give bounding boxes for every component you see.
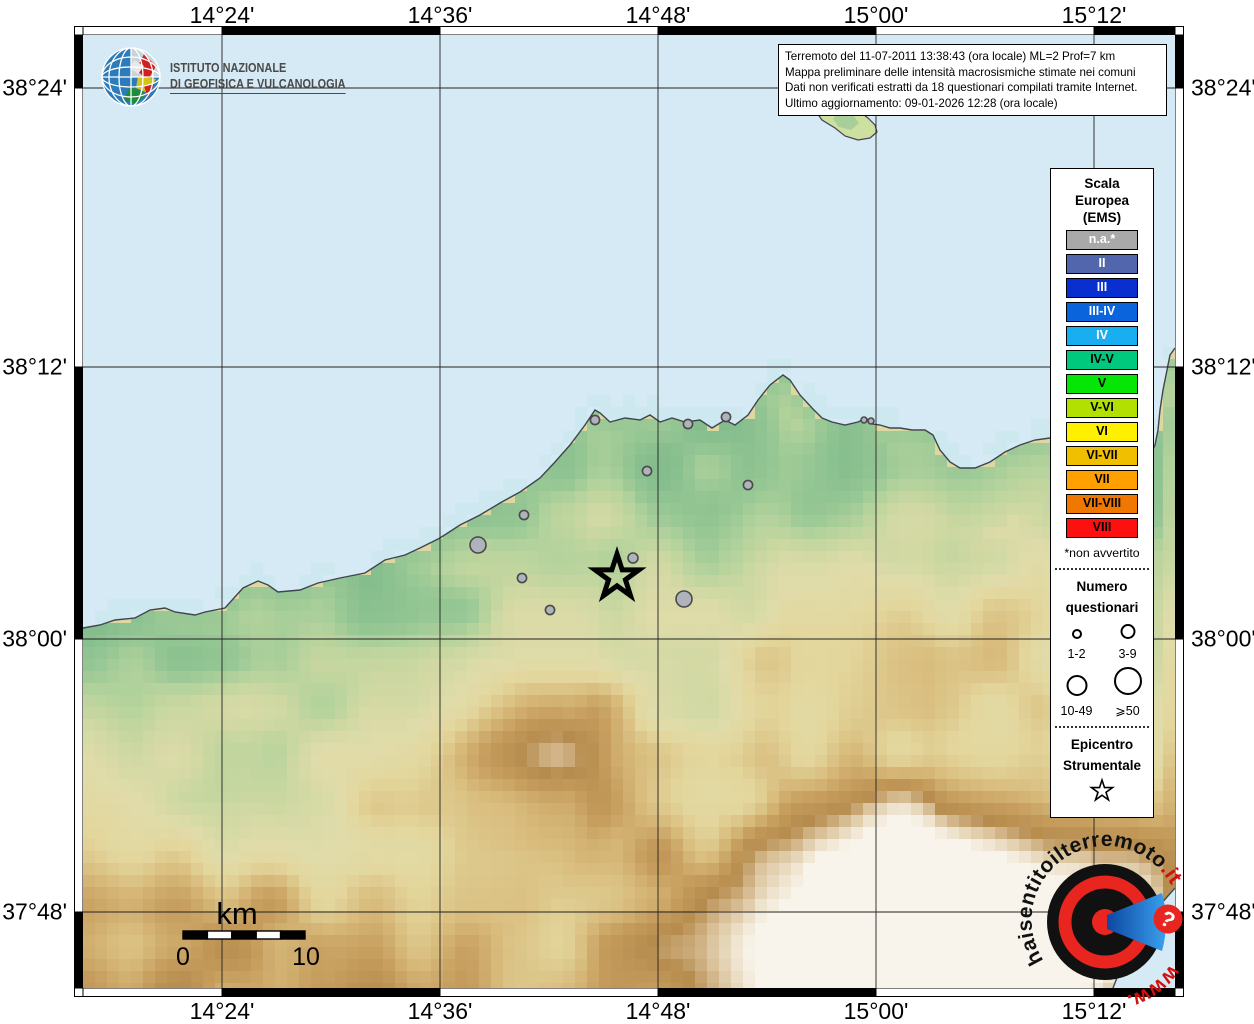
questionnaire-size: ⩾50 bbox=[1104, 665, 1152, 718]
ems-chip-na: n.a.* bbox=[1066, 230, 1138, 250]
ems-chip-v: V bbox=[1066, 374, 1138, 394]
questionnaire-dot bbox=[517, 573, 526, 582]
size-label: 3-9 bbox=[1104, 647, 1152, 661]
haisentito-logo: ? haisentitoilterremoto.it www. bbox=[1013, 833, 1197, 1017]
size-circle-icon bbox=[1111, 622, 1145, 641]
questionnaire-dot bbox=[628, 553, 638, 563]
scale-start-label: 0 bbox=[176, 943, 190, 971]
info-line: Dati non verificati estratti da 18 quest… bbox=[785, 80, 1160, 96]
macroseismic-map-page: 14°24' 14°36' 14°48' 15°00' 15°12' 14°24' 14°… bbox=[0, 0, 1254, 1024]
axis-label: 14°36' bbox=[408, 2, 473, 29]
ems-chip-iii: III bbox=[1066, 278, 1138, 298]
ems-legend: ScalaEuropea(EMS)n.a.*IIIIIIII-IVIVIV-VV… bbox=[1050, 168, 1154, 818]
questionnaire-title: questionari bbox=[1051, 597, 1153, 618]
questionnaire-dot bbox=[545, 605, 554, 614]
axis-label: 38°12' bbox=[1191, 354, 1254, 381]
scale-end-label: 10 bbox=[292, 943, 320, 971]
questionnaire-dot bbox=[519, 510, 528, 519]
axis-label: 38°24' bbox=[1191, 75, 1254, 102]
size-circle-icon bbox=[1060, 627, 1094, 641]
questionnaire-size: 3-9 bbox=[1104, 622, 1152, 661]
ingv-logo: ISTITUTO NAZIONALE DI GEOFISICA E VULCAN… bbox=[100, 46, 379, 108]
epicenter-title: Strumentale bbox=[1051, 755, 1153, 776]
axis-label: 14°24' bbox=[190, 998, 255, 1024]
axis-label: 14°48' bbox=[626, 998, 691, 1024]
axis-label: 15°00' bbox=[844, 2, 909, 29]
axis-label: 38°12' bbox=[2, 354, 67, 381]
legend-title: (EMS) bbox=[1051, 209, 1153, 226]
legend-divider bbox=[1055, 568, 1149, 570]
legend-divider bbox=[1055, 726, 1149, 728]
ems-chip-vivii: VI-VII bbox=[1066, 446, 1138, 466]
questionnaire-size: 1-2 bbox=[1053, 627, 1101, 661]
axis-label: 14°48' bbox=[626, 2, 691, 29]
ems-chip-vvi: V-VI bbox=[1066, 398, 1138, 418]
questionnaire-size-row: 10-49⩾50 bbox=[1051, 665, 1153, 718]
legend-note: *non avvertito bbox=[1051, 546, 1153, 560]
info-line: Ultimo aggiornamento: 09-01-2026 12:28 (… bbox=[785, 96, 1160, 112]
size-circle-icon bbox=[1111, 665, 1145, 697]
ems-chip-iv: IV bbox=[1066, 326, 1138, 346]
axis-label: 38°24' bbox=[2, 75, 67, 102]
ems-chip-viii: VIII bbox=[1066, 518, 1138, 538]
axis-label: 14°24' bbox=[190, 2, 255, 29]
ingv-line1: ISTITUTO NAZIONALE bbox=[170, 60, 346, 76]
axis-label: 15°00' bbox=[844, 998, 909, 1024]
questionnaire-title: Numero bbox=[1051, 576, 1153, 597]
legend-title: Scala bbox=[1051, 175, 1153, 192]
questionnaire-dot bbox=[676, 591, 692, 607]
axis-label: 37°48' bbox=[2, 899, 67, 926]
axis-label: 38°00' bbox=[2, 626, 67, 653]
info-line: Mappa preliminare delle intensità macros… bbox=[785, 65, 1160, 81]
size-label: ⩾50 bbox=[1104, 703, 1152, 718]
ems-chip-ii: II bbox=[1066, 254, 1138, 274]
size-label: 1-2 bbox=[1053, 647, 1101, 661]
ems-chip-ivv: IV-V bbox=[1066, 350, 1138, 370]
ems-chip-vii: VII bbox=[1066, 470, 1138, 490]
axis-label: 15°12' bbox=[1062, 2, 1127, 29]
ems-chip-vi: VI bbox=[1066, 422, 1138, 442]
epicenter-title: Epicentro bbox=[1051, 734, 1153, 755]
info-line: Terremoto del 11-07-2011 13:38:43 (ora l… bbox=[785, 49, 1160, 65]
questionnaire-dot bbox=[590, 415, 599, 424]
questionnaire-size: 10-49 bbox=[1053, 673, 1101, 718]
ingv-globe-icon bbox=[100, 46, 162, 108]
ems-chip-iiiiv: III-IV bbox=[1066, 302, 1138, 322]
scale-unit-label: km bbox=[216, 896, 257, 931]
axis-label: 14°36' bbox=[408, 998, 473, 1024]
questionnaire-dot bbox=[861, 417, 867, 423]
legend-title: Europea bbox=[1051, 192, 1153, 209]
epicenter-star-icon bbox=[1087, 776, 1117, 804]
questionnaire-dot bbox=[868, 418, 874, 424]
questionnaire-size-row: 1-23-9 bbox=[1051, 622, 1153, 661]
size-circle-icon bbox=[1060, 673, 1094, 698]
ingv-wordmark: ISTITUTO NAZIONALE DI GEOFISICA E VULCAN… bbox=[170, 60, 346, 94]
axis-label: 37°48' bbox=[1191, 899, 1254, 926]
size-label: 10-49 bbox=[1053, 704, 1101, 718]
questionnaire-dot bbox=[721, 412, 730, 421]
ingv-line2: DI GEOFISICA E VULCANOLOGIA bbox=[170, 76, 346, 94]
questionnaire-dot bbox=[683, 419, 692, 428]
axis-label: 38°00' bbox=[1191, 626, 1254, 653]
epicenter-star-wrap bbox=[1051, 776, 1153, 809]
questionnaire-dot bbox=[743, 480, 752, 489]
earthquake-info-box: Terremoto del 11-07-2011 13:38:43 (ora l… bbox=[778, 44, 1167, 116]
ems-chip-viiviii: VII-VIII bbox=[1066, 494, 1138, 514]
questionnaire-dot bbox=[470, 537, 486, 553]
questionnaire-dot bbox=[642, 466, 651, 475]
